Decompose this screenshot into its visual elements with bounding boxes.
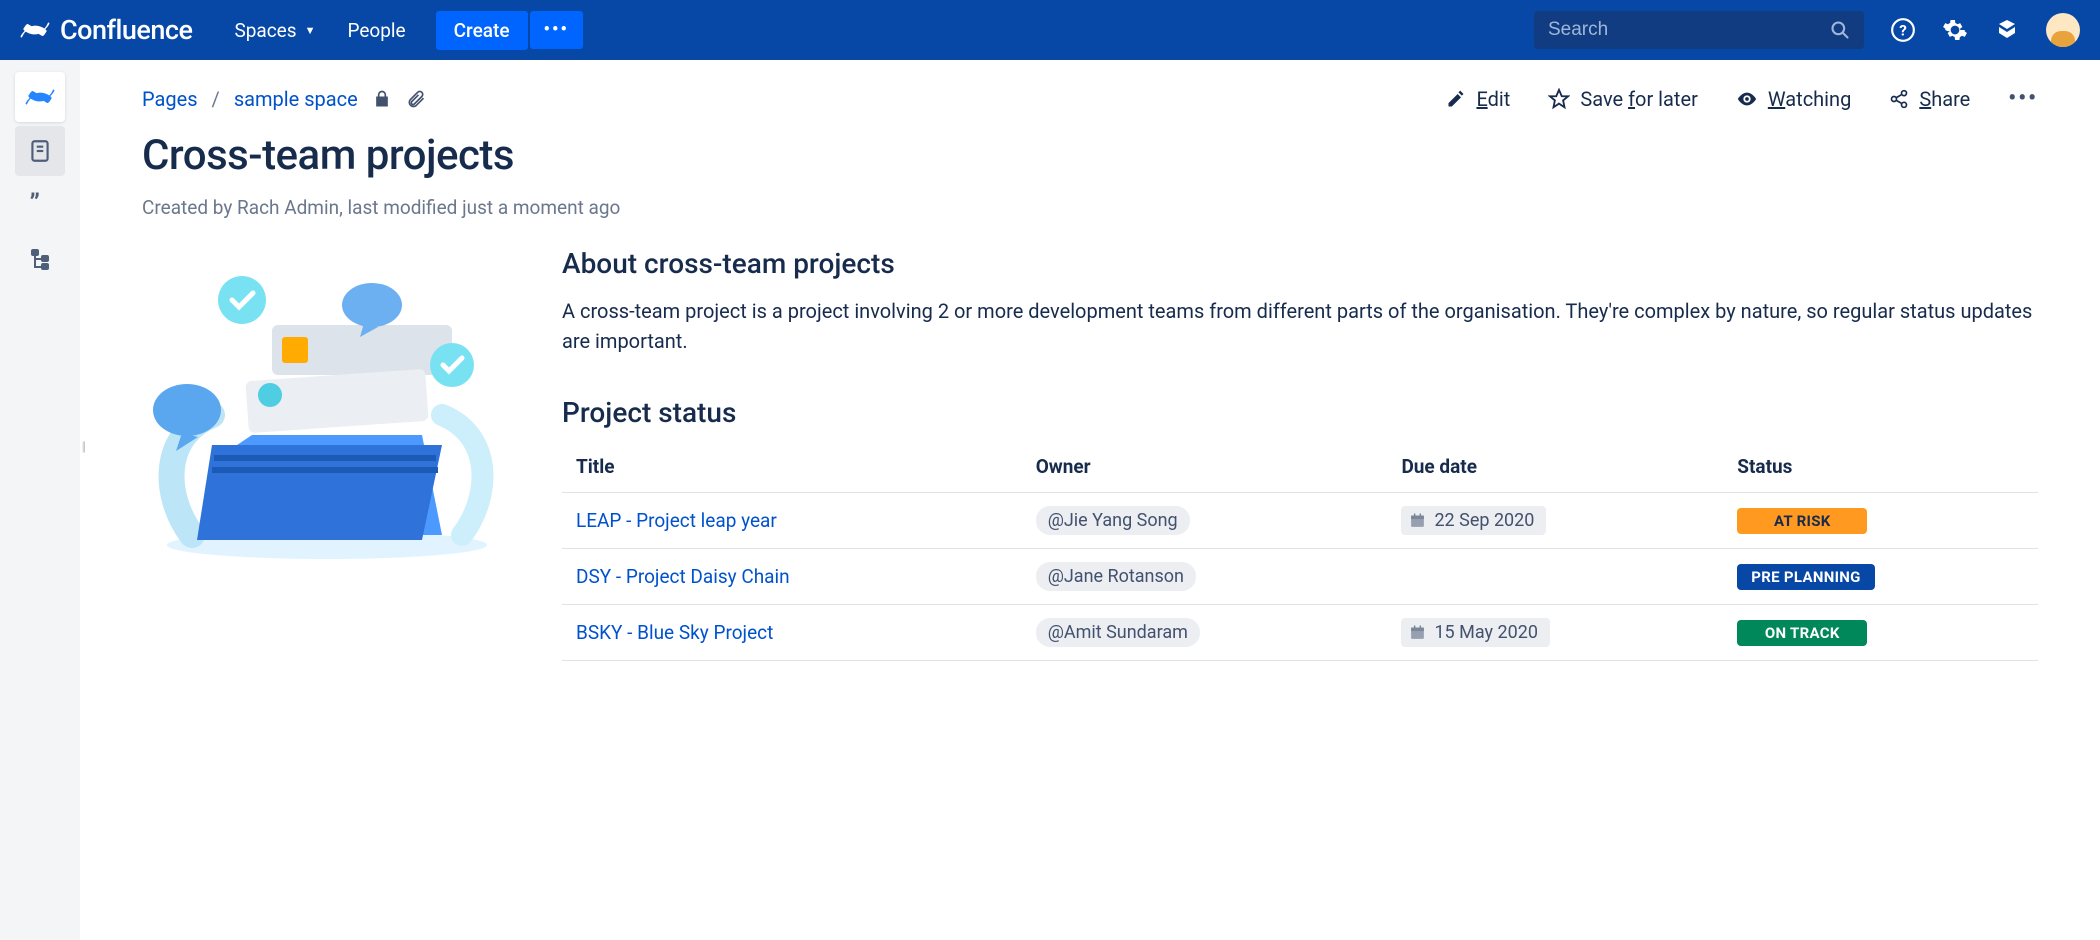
- sidebar-tree[interactable]: [15, 234, 65, 284]
- chevron-down-icon: ▼: [305, 24, 316, 37]
- table-row: BSKY - Blue Sky Project @Amit Sundaram 15 …: [562, 605, 2038, 661]
- sidebar-app-icon[interactable]: [15, 72, 65, 122]
- edit-label: Edit: [1476, 87, 1510, 111]
- status-lozenge: AT RISK: [1737, 508, 1867, 534]
- table-heading: Project status: [562, 396, 2038, 429]
- page-body: About cross-team projects A cross-team p…: [142, 247, 2038, 661]
- attachments-icon[interactable]: [406, 89, 426, 109]
- profile-avatar[interactable]: [2046, 13, 2080, 47]
- app-logo[interactable]: Confluence: [20, 14, 192, 46]
- project-link[interactable]: BSKY - Blue Sky Project: [576, 621, 773, 644]
- edit-button[interactable]: Edit: [1446, 87, 1510, 111]
- user-mention[interactable]: @Amit Sundaram: [1036, 618, 1200, 647]
- pencil-icon: [1446, 89, 1466, 109]
- notifications-icon[interactable]: [1994, 17, 2020, 43]
- breadcrumb-row: Pages / sample space Edit Save for later: [142, 86, 2038, 111]
- save-for-later-button[interactable]: Save for later: [1548, 87, 1698, 111]
- sidebar-pages[interactable]: [15, 126, 65, 176]
- share-label: Share: [1919, 87, 1970, 111]
- create-button[interactable]: Create: [436, 11, 528, 50]
- col-due: Due date: [1387, 445, 1723, 493]
- table-header-row: Title Owner Due date Status: [562, 445, 2038, 493]
- more-actions-button[interactable]: •••: [2008, 86, 2038, 111]
- due-date-chip: 22 Sep 2020: [1401, 506, 1546, 535]
- sidebar-resize-handle[interactable]: ||: [82, 440, 84, 455]
- sidebar-blog[interactable]: ”: [15, 180, 65, 230]
- due-date-chip: 15 May 2020: [1401, 618, 1550, 647]
- status-lozenge: ON TRACK: [1737, 620, 1867, 646]
- folder-illustration: [142, 255, 512, 565]
- star-icon: [1548, 88, 1570, 110]
- user-mention[interactable]: @Jie Yang Song: [1036, 506, 1190, 535]
- status-lozenge: PRE PLANNING: [1737, 564, 1874, 590]
- share-button[interactable]: Share: [1889, 87, 1970, 111]
- watching-button[interactable]: Watching: [1736, 87, 1851, 111]
- nav-people-label: People: [347, 19, 405, 42]
- user-mention[interactable]: @Jane Rotanson: [1036, 562, 1196, 591]
- confluence-icon: [20, 15, 50, 45]
- restrictions-icon[interactable]: [372, 89, 392, 109]
- illustration-column: [142, 247, 532, 661]
- table-row: LEAP - Project leap year @Jie Yang Song 22…: [562, 493, 2038, 549]
- eye-icon: [1736, 88, 1758, 110]
- search-input[interactable]: [1548, 19, 1830, 41]
- app-header: Confluence Spaces ▼ People Create ••• ?: [0, 0, 2100, 60]
- svg-text:?: ?: [1899, 21, 1907, 39]
- about-body: A cross-team project is a project involv…: [562, 296, 2038, 356]
- share-icon: [1889, 89, 1909, 109]
- col-title: Title: [562, 445, 1022, 493]
- table-row: DSY - Project Daisy Chain @Jane Rotanson P…: [562, 549, 2038, 605]
- page-content: Pages / sample space Edit Save for later: [80, 60, 2100, 940]
- app-name: Confluence: [60, 14, 192, 46]
- calendar-icon: [1409, 512, 1426, 529]
- save-label: Save for later: [1580, 87, 1698, 111]
- confluence-small-icon: [25, 82, 55, 112]
- search-icon: [1830, 20, 1850, 40]
- project-link[interactable]: DSY - Project Daisy Chain: [576, 565, 790, 588]
- space-sidebar: ” ||: [0, 60, 80, 940]
- nav-spaces-label: Spaces: [234, 19, 296, 42]
- project-link[interactable]: LEAP - Project leap year: [576, 509, 777, 532]
- page-actions: Edit Save for later Watching Share •••: [1446, 86, 2038, 111]
- settings-icon[interactable]: [1942, 17, 1968, 43]
- breadcrumb-pages[interactable]: Pages: [142, 87, 198, 111]
- col-status: Status: [1723, 445, 2038, 493]
- watching-label: Watching: [1768, 87, 1851, 111]
- calendar-icon: [1409, 624, 1426, 641]
- page-byline: Created by Rach Admin, last modified jus…: [142, 196, 2038, 219]
- page-title: Cross-team projects: [142, 131, 2038, 180]
- help-icon[interactable]: ?: [1890, 17, 1916, 43]
- create-more-button[interactable]: •••: [530, 11, 583, 49]
- search-box[interactable]: [1534, 11, 1864, 49]
- nav-spaces[interactable]: Spaces ▼: [222, 11, 327, 50]
- about-heading: About cross-team projects: [562, 247, 2038, 280]
- breadcrumb-space[interactable]: sample space: [234, 87, 358, 111]
- breadcrumb-sep: /: [212, 87, 220, 111]
- main-column: About cross-team projects A cross-team p…: [562, 247, 2038, 661]
- ellipsis-icon: •••: [544, 21, 569, 39]
- svg-text:”: ”: [30, 191, 40, 219]
- project-status-table: Title Owner Due date Status LEAP - Proje…: [562, 445, 2038, 661]
- col-owner: Owner: [1022, 445, 1388, 493]
- nav-people[interactable]: People: [335, 11, 417, 50]
